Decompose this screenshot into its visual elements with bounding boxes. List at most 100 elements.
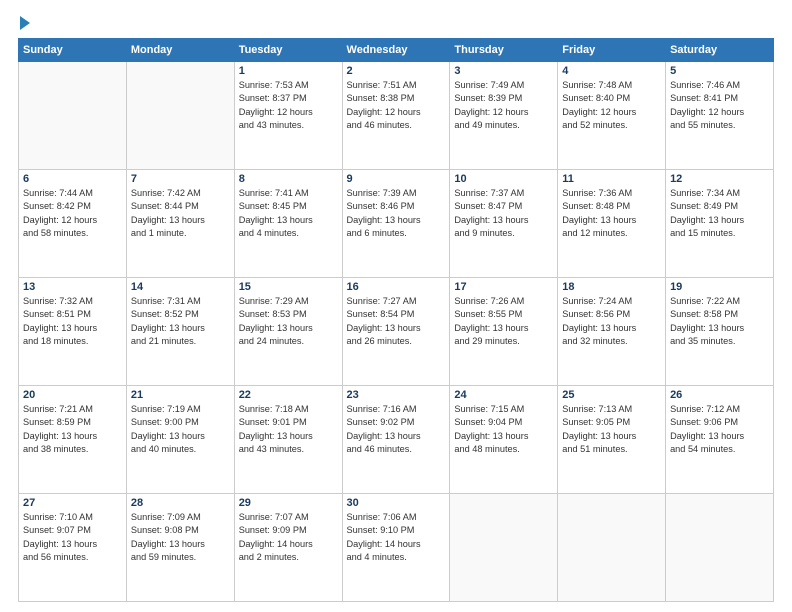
calendar-cell: 20 Sunrise: 7:21 AM Sunset: 8:59 PM Dayli…: [19, 386, 127, 494]
weekday-header-wednesday: Wednesday: [342, 39, 450, 62]
calendar-cell: 24 Sunrise: 7:15 AM Sunset: 9:04 PM Dayli…: [450, 386, 558, 494]
day-info: Sunrise: 7:36 AM Sunset: 8:48 PM Dayligh…: [562, 187, 661, 240]
day-number: 28: [131, 497, 230, 509]
header: [18, 18, 774, 30]
day-info: Sunrise: 7:49 AM Sunset: 8:39 PM Dayligh…: [454, 79, 553, 132]
calendar-cell: 27 Sunrise: 7:10 AM Sunset: 9:07 PM Dayli…: [19, 494, 127, 602]
calendar-cell: 3 Sunrise: 7:49 AM Sunset: 8:39 PM Daylig…: [450, 62, 558, 170]
day-number: 24: [454, 389, 553, 401]
calendar-cell: 29 Sunrise: 7:07 AM Sunset: 9:09 PM Dayli…: [234, 494, 342, 602]
weekday-header-friday: Friday: [558, 39, 666, 62]
weekday-header-row: SundayMondayTuesdayWednesdayThursdayFrid…: [19, 39, 774, 62]
calendar-cell: 28 Sunrise: 7:09 AM Sunset: 9:08 PM Dayli…: [126, 494, 234, 602]
day-number: 9: [347, 173, 446, 185]
day-number: 5: [670, 65, 769, 77]
day-number: 17: [454, 281, 553, 293]
day-number: 27: [23, 497, 122, 509]
day-number: 25: [562, 389, 661, 401]
day-info: Sunrise: 7:32 AM Sunset: 8:51 PM Dayligh…: [23, 295, 122, 348]
day-info: Sunrise: 7:46 AM Sunset: 8:41 PM Dayligh…: [670, 79, 769, 132]
calendar-cell: 17 Sunrise: 7:26 AM Sunset: 8:55 PM Dayli…: [450, 278, 558, 386]
day-number: 10: [454, 173, 553, 185]
day-info: Sunrise: 7:29 AM Sunset: 8:53 PM Dayligh…: [239, 295, 338, 348]
day-info: Sunrise: 7:53 AM Sunset: 8:37 PM Dayligh…: [239, 79, 338, 132]
day-number: 29: [239, 497, 338, 509]
calendar-cell: 21 Sunrise: 7:19 AM Sunset: 9:00 PM Dayli…: [126, 386, 234, 494]
day-number: 21: [131, 389, 230, 401]
calendar-cell: 11 Sunrise: 7:36 AM Sunset: 8:48 PM Dayli…: [558, 170, 666, 278]
day-info: Sunrise: 7:10 AM Sunset: 9:07 PM Dayligh…: [23, 511, 122, 564]
calendar-table: SundayMondayTuesdayWednesdayThursdayFrid…: [18, 38, 774, 602]
calendar-cell: [450, 494, 558, 602]
calendar-cell: 16 Sunrise: 7:27 AM Sunset: 8:54 PM Dayli…: [342, 278, 450, 386]
day-info: Sunrise: 7:22 AM Sunset: 8:58 PM Dayligh…: [670, 295, 769, 348]
weekday-header-monday: Monday: [126, 39, 234, 62]
week-row-2: 6 Sunrise: 7:44 AM Sunset: 8:42 PM Daylig…: [19, 170, 774, 278]
day-number: 12: [670, 173, 769, 185]
day-number: 8: [239, 173, 338, 185]
weekday-header-sunday: Sunday: [19, 39, 127, 62]
day-number: 11: [562, 173, 661, 185]
calendar-cell: 25 Sunrise: 7:13 AM Sunset: 9:05 PM Dayli…: [558, 386, 666, 494]
day-number: 2: [347, 65, 446, 77]
calendar-cell: 22 Sunrise: 7:18 AM Sunset: 9:01 PM Dayli…: [234, 386, 342, 494]
calendar-cell: [666, 494, 774, 602]
day-number: 16: [347, 281, 446, 293]
week-row-3: 13 Sunrise: 7:32 AM Sunset: 8:51 PM Dayli…: [19, 278, 774, 386]
page: SundayMondayTuesdayWednesdayThursdayFrid…: [0, 0, 792, 612]
day-number: 20: [23, 389, 122, 401]
calendar-cell: [19, 62, 127, 170]
calendar-cell: [558, 494, 666, 602]
calendar-cell: 23Sunrise: 7:16 AM Sunset: 9:02 PM Dayli…: [342, 386, 450, 494]
day-info: Sunrise: 7:37 AM Sunset: 8:47 PM Dayligh…: [454, 187, 553, 240]
day-info: Sunrise: 7:34 AM Sunset: 8:49 PM Dayligh…: [670, 187, 769, 240]
weekday-header-tuesday: Tuesday: [234, 39, 342, 62]
day-info: Sunrise: 7:27 AM Sunset: 8:54 PM Dayligh…: [347, 295, 446, 348]
day-info: Sunrise: 7:31 AM Sunset: 8:52 PM Dayligh…: [131, 295, 230, 348]
day-number: 30: [347, 497, 446, 509]
day-number: 14: [131, 281, 230, 293]
calendar-cell: 14 Sunrise: 7:31 AM Sunset: 8:52 PM Dayli…: [126, 278, 234, 386]
logo: [18, 18, 30, 30]
day-number: 6: [23, 173, 122, 185]
day-info: Sunrise: 7:06 AM Sunset: 9:10 PM Dayligh…: [347, 511, 446, 564]
day-number: 18: [562, 281, 661, 293]
calendar-cell: 15 Sunrise: 7:29 AM Sunset: 8:53 PM Dayli…: [234, 278, 342, 386]
calendar-cell: 5 Sunrise: 7:46 AM Sunset: 8:41 PM Daylig…: [666, 62, 774, 170]
calendar-cell: 7 Sunrise: 7:42 AM Sunset: 8:44 PM Daylig…: [126, 170, 234, 278]
calendar-cell: 30 Sunrise: 7:06 AM Sunset: 9:10 PM Dayli…: [342, 494, 450, 602]
day-info: Sunrise: 7:44 AM Sunset: 8:42 PM Dayligh…: [23, 187, 122, 240]
day-number: 13: [23, 281, 122, 293]
calendar-cell: 1 Sunrise: 7:53 AM Sunset: 8:37 PM Daylig…: [234, 62, 342, 170]
day-number: 1: [239, 65, 338, 77]
day-info: Sunrise: 7:24 AM Sunset: 8:56 PM Dayligh…: [562, 295, 661, 348]
calendar-cell: 4 Sunrise: 7:48 AM Sunset: 8:40 PM Daylig…: [558, 62, 666, 170]
day-info: Sunrise: 7:18 AM Sunset: 9:01 PM Dayligh…: [239, 403, 338, 456]
day-info: Sunrise: 7:19 AM Sunset: 9:00 PM Dayligh…: [131, 403, 230, 456]
day-number: 22: [239, 389, 338, 401]
day-info: Sunrise: 7:15 AM Sunset: 9:04 PM Dayligh…: [454, 403, 553, 456]
day-info: Sunrise: 7:51 AM Sunset: 8:38 PM Dayligh…: [347, 79, 446, 132]
day-info: Sunrise: 7:21 AM Sunset: 8:59 PM Dayligh…: [23, 403, 122, 456]
calendar-cell: 12 Sunrise: 7:34 AM Sunset: 8:49 PM Dayli…: [666, 170, 774, 278]
calendar-cell: 2 Sunrise: 7:51 AM Sunset: 8:38 PM Daylig…: [342, 62, 450, 170]
week-row-1: 1 Sunrise: 7:53 AM Sunset: 8:37 PM Daylig…: [19, 62, 774, 170]
calendar-cell: 8Sunrise: 7:41 AM Sunset: 8:45 PM Daylig…: [234, 170, 342, 278]
day-number: 4: [562, 65, 661, 77]
day-number: 15: [239, 281, 338, 293]
calendar-cell: 26Sunrise: 7:12 AM Sunset: 9:06 PM Dayli…: [666, 386, 774, 494]
day-info: Sunrise: 7:07 AM Sunset: 9:09 PM Dayligh…: [239, 511, 338, 564]
day-info: Sunrise: 7:26 AM Sunset: 8:55 PM Dayligh…: [454, 295, 553, 348]
calendar-cell: 9Sunrise: 7:39 AM Sunset: 8:46 PM Daylig…: [342, 170, 450, 278]
day-info: Sunrise: 7:48 AM Sunset: 8:40 PM Dayligh…: [562, 79, 661, 132]
calendar-cell: 13 Sunrise: 7:32 AM Sunset: 8:51 PM Dayli…: [19, 278, 127, 386]
day-info: Sunrise: 7:09 AM Sunset: 9:08 PM Dayligh…: [131, 511, 230, 564]
day-number: 7: [131, 173, 230, 185]
calendar-cell: 18 Sunrise: 7:24 AM Sunset: 8:56 PM Dayli…: [558, 278, 666, 386]
day-number: 3: [454, 65, 553, 77]
day-info: Sunrise: 7:13 AM Sunset: 9:05 PM Dayligh…: [562, 403, 661, 456]
calendar-cell: 19Sunrise: 7:22 AM Sunset: 8:58 PM Dayli…: [666, 278, 774, 386]
calendar-cell: 10 Sunrise: 7:37 AM Sunset: 8:47 PM Dayli…: [450, 170, 558, 278]
calendar-cell: [126, 62, 234, 170]
day-info: Sunrise: 7:42 AM Sunset: 8:44 PM Dayligh…: [131, 187, 230, 240]
